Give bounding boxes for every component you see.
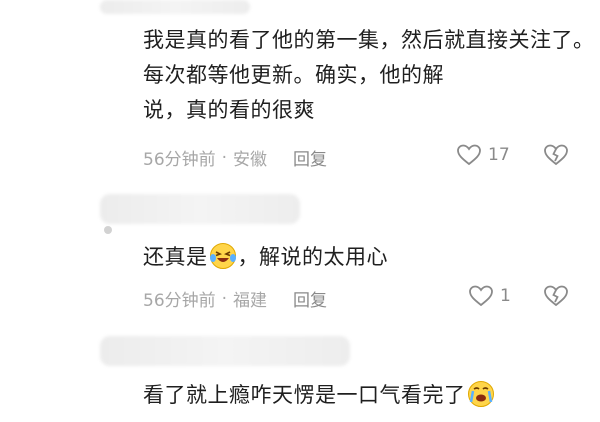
comment-meta: 56分钟前 · 福建 回复 [143, 286, 327, 312]
reply-button[interactable]: 回复 [293, 286, 327, 311]
dislike-button[interactable] [543, 143, 569, 171]
like-button[interactable]: 1 [468, 284, 511, 308]
reply-button[interactable]: 回复 [293, 145, 327, 170]
laughing-crying-emoji [209, 242, 237, 280]
comment-time: 56分钟前 [143, 291, 216, 311]
avatar-placeholder [104, 226, 112, 234]
comment-location: 安徽 [233, 150, 268, 170]
blurred-username [100, 336, 350, 366]
like-button[interactable]: 17 [456, 143, 510, 167]
heart-outline-icon [469, 285, 493, 307]
meta-separator: · [221, 288, 228, 309]
comment-text: 我是真的看了他的第一集，然后就直接关注了。 每次都等他更新。确实，他的解 说，真… [143, 28, 595, 122]
comment-location: 福建 [233, 291, 268, 311]
broken-heart-icon [544, 285, 568, 307]
meta-separator: · [221, 147, 228, 168]
broken-heart-icon [544, 144, 568, 166]
like-count: 1 [500, 286, 511, 306]
dislike-button[interactable] [543, 284, 569, 312]
crying-emoji [467, 380, 495, 418]
heart-outline-icon [457, 144, 481, 166]
comment-text: 看了就上瘾咋天愣是一口气看完了 [143, 378, 496, 418]
comment-meta: 56分钟前 · 安徽 回复 [143, 145, 327, 171]
blurred-username [100, 0, 250, 14]
blurred-username [100, 194, 300, 224]
comment-time: 56分钟前 [143, 150, 216, 170]
like-count: 17 [488, 145, 510, 165]
comment-text: 还真是 ，解说的太用心 [143, 240, 388, 280]
